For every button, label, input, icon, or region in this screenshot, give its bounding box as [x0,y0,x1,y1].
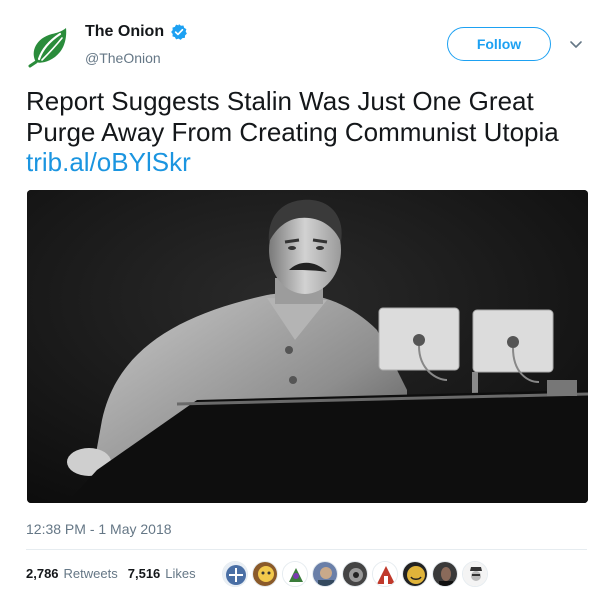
tweet-link[interactable]: trib.al/oBYlSkr [26,147,191,178]
retweets-stat[interactable]: 2,786 Retweets [26,566,118,581]
liker-avatar-9[interactable] [462,561,488,587]
tweet-photo[interactable] [27,190,588,503]
likes-label: Likes [165,566,196,581]
verified-badge-icon [170,23,188,41]
likes-count: 7,516 [127,566,161,581]
author-name-row[interactable]: The Onion [85,23,188,41]
tweet-text: Report Suggests Stalin Was Just One Grea… [26,86,601,148]
tweet-text-line-2: Purge Away From Creating Communist Utopi… [26,117,559,147]
follow-button[interactable]: Follow [447,27,551,61]
liker-avatar-5[interactable] [342,561,368,587]
liker-avatar-8[interactable] [432,561,458,587]
display-name[interactable]: The Onion [85,23,164,41]
liker-avatar-6[interactable] [372,561,398,587]
liker-avatar-2[interactable] [252,561,278,587]
likes-stat[interactable]: 7,516 Likes [128,566,196,581]
liker-avatar-7[interactable] [402,561,428,587]
retweets-label: Retweets [63,566,118,581]
liker-avatar-3[interactable] [282,561,308,587]
tweet-stats: 2,786 Retweets 7,516 Likes [26,566,206,581]
onion-logo-icon[interactable] [26,22,74,70]
chevron-down-icon[interactable] [568,36,584,52]
tweet-timestamp[interactable]: 12:38 PM - 1 May 2018 [26,521,172,537]
divider [26,549,587,550]
tweet-card: The Onion @TheOnion Follow Report Sugges… [0,0,615,603]
retweets-count: 2,786 [26,566,59,581]
tweet-text-line-1: Report Suggests Stalin Was Just One Grea… [26,86,534,116]
liker-avatars [222,561,492,587]
liker-avatar-1[interactable] [222,561,248,587]
liker-avatar-4[interactable] [312,561,338,587]
user-handle[interactable]: @TheOnion [85,50,161,66]
